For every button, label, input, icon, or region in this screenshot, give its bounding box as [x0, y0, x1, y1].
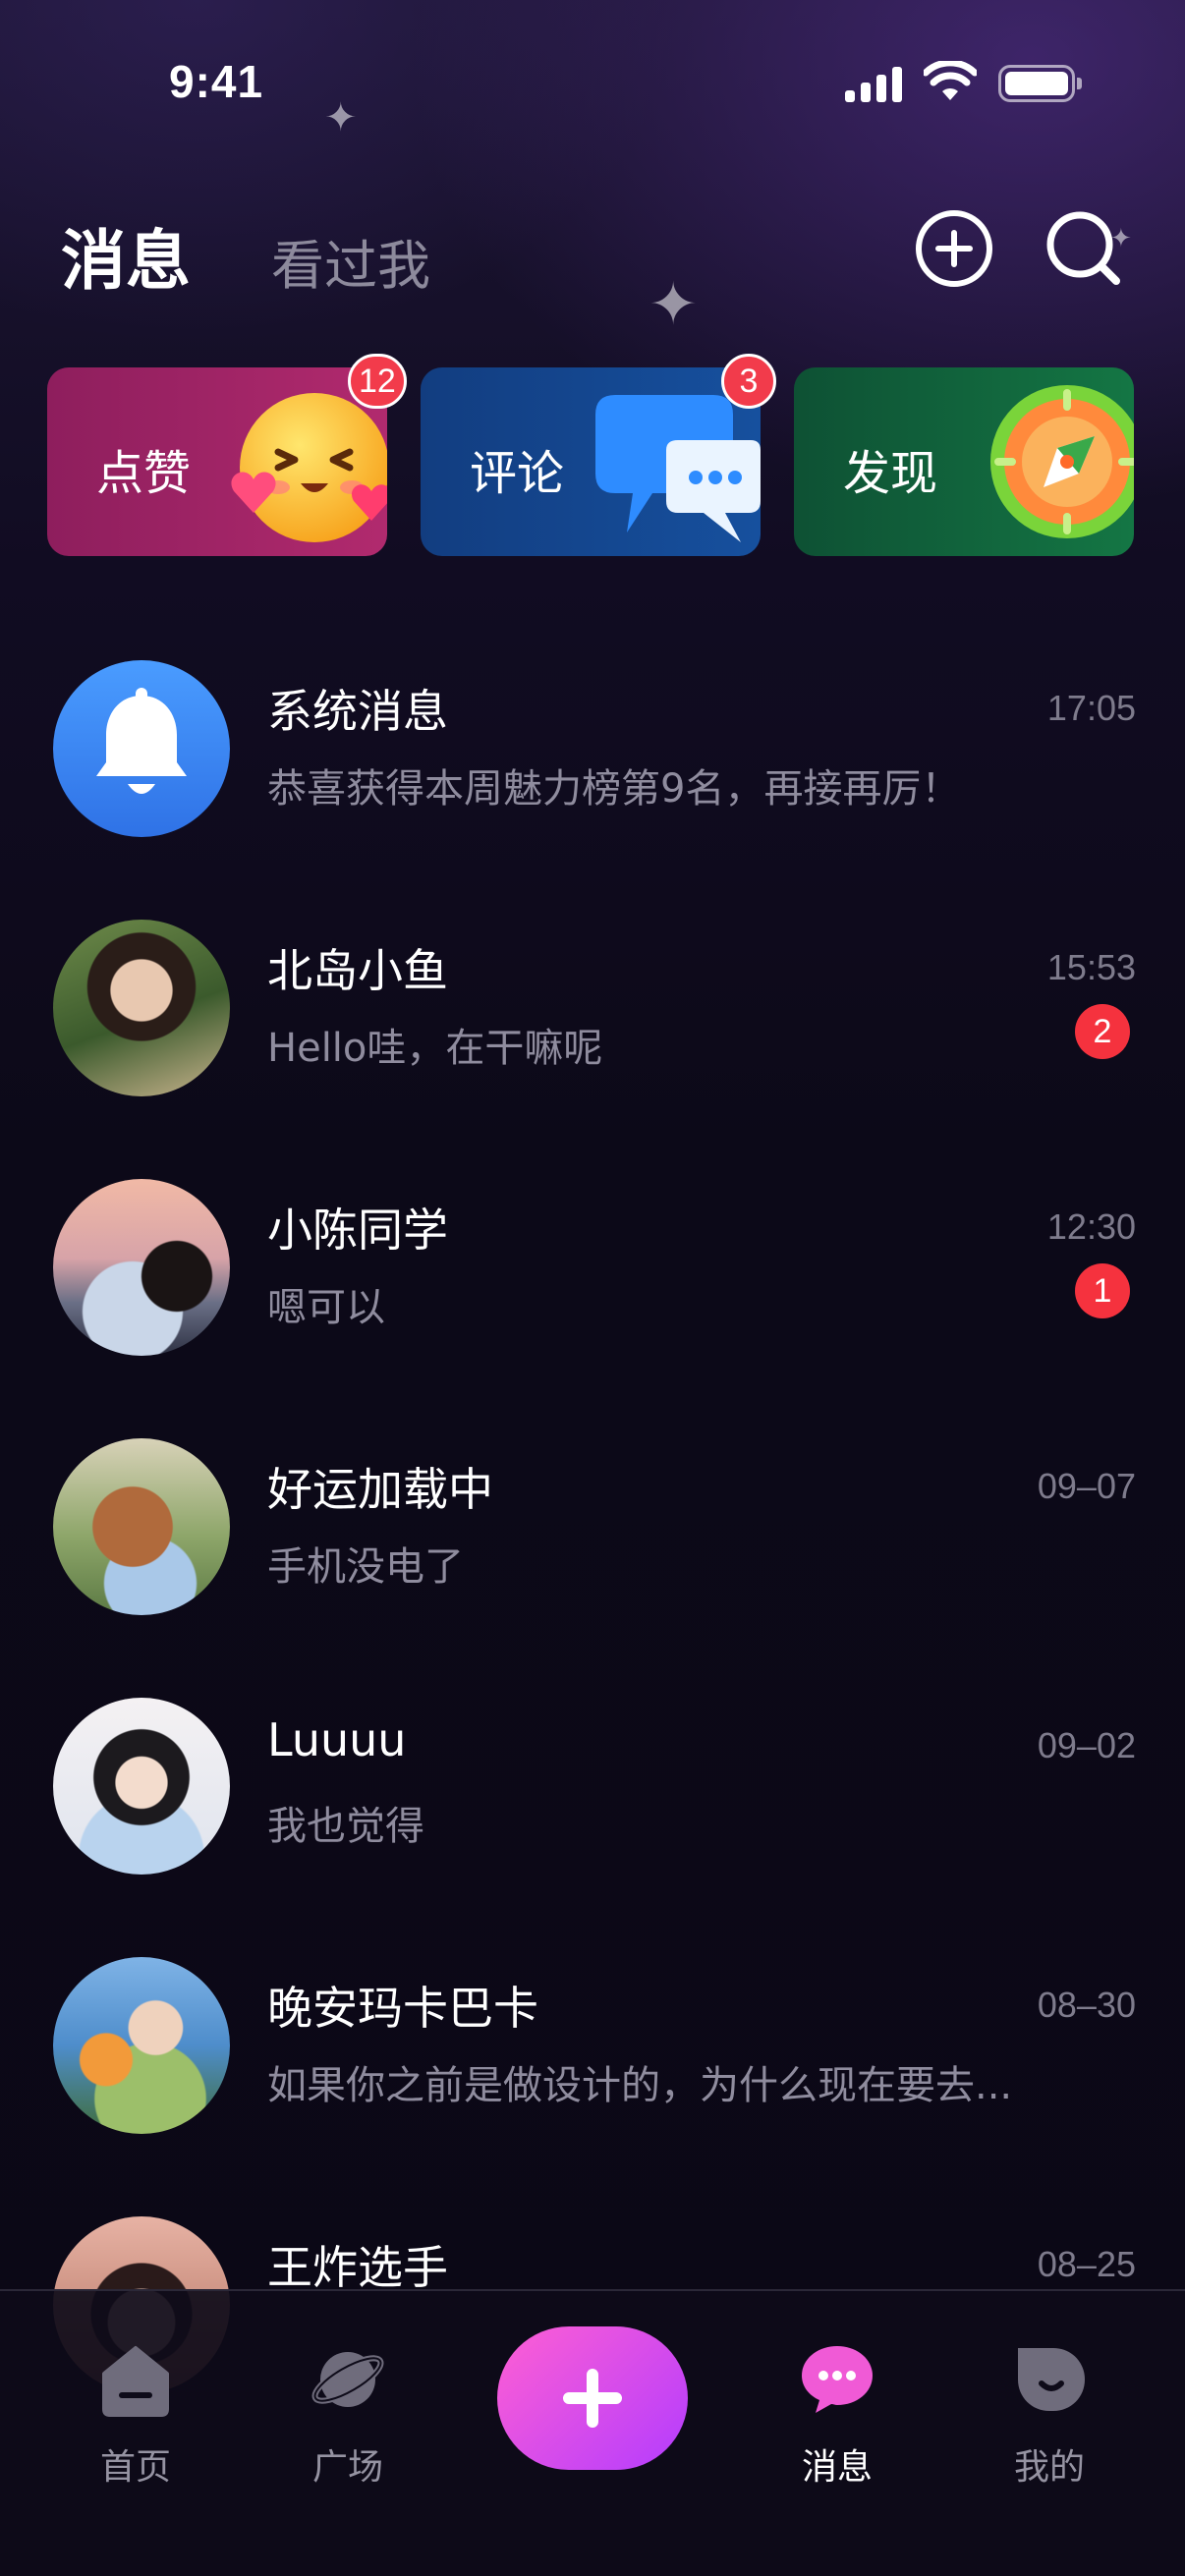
tab-messages[interactable]: 消息	[61, 208, 191, 303]
nav-messages-label: 消息	[801, 2447, 873, 2488]
conversation-preview: 恭喜获得本周魅力榜第9名，再接再厉！	[267, 766, 961, 812]
bottom-nav: 首页 广场 消息 我的	[0, 2289, 1185, 2576]
wifi-icon	[924, 61, 977, 100]
tab-viewed-me[interactable]: 看过我	[271, 222, 430, 300]
conversation-name: 小陈同学	[267, 1204, 448, 1257]
conversation-name: 晚安玛卡巴卡	[267, 1982, 538, 2035]
avatar	[53, 1438, 230, 1615]
card-likes-label: 点赞	[96, 446, 192, 501]
conversation-name: 系统消息	[267, 685, 448, 738]
card-likes[interactable]: 点赞 12	[47, 354, 407, 556]
conversation-name: 王炸选手	[267, 2241, 448, 2294]
conversation-name: 北岛小鱼	[267, 944, 448, 997]
conversation-time: 09–07	[1037, 1466, 1136, 1506]
conversation-row[interactable]: 好运加载中 手机没电了 09–07	[0, 1438, 1185, 1698]
nav-home[interactable]: 首页	[67, 2340, 204, 2517]
status-bar: 9:41	[0, 0, 1185, 167]
add-post-button[interactable]	[497, 2326, 688, 2470]
unread-badge: 1	[1075, 1263, 1130, 1318]
conversation-time: 15:53	[1046, 947, 1136, 987]
likes-badge: 12	[348, 354, 407, 409]
card-comments-label: 评论	[470, 446, 565, 501]
smiley-hearts-icon	[231, 393, 387, 542]
conversation-row[interactable]: 北岛小鱼 Hello哇，在干嘛呢 15:53 2	[0, 920, 1185, 1179]
home-icon	[102, 2346, 169, 2417]
conversation-time: 08–30	[1037, 1985, 1136, 2025]
conversation-time: 17:05	[1046, 688, 1136, 728]
status-time: 9:41	[169, 56, 264, 107]
conversation-preview: 嗯可以	[267, 1285, 385, 1330]
conversation-row[interactable]: Luuuu 我也觉得 09–02	[0, 1698, 1185, 1957]
avatar	[53, 1957, 230, 2134]
conversation-preview: 我也觉得	[267, 1804, 424, 1849]
unread-badge: 2	[1075, 1004, 1130, 1059]
plus-circle-icon[interactable]	[914, 208, 994, 289]
avatar	[53, 920, 230, 1096]
conversation-name: Luuuu	[267, 1713, 407, 1766]
avatar	[53, 1698, 230, 1875]
conversation-time: 09–02	[1037, 1725, 1136, 1765]
message-icon	[802, 2346, 873, 2413]
card-discover-label: 发现	[843, 446, 938, 501]
nav-profile[interactable]: 我的	[981, 2340, 1118, 2517]
profile-icon	[1018, 2348, 1085, 2411]
sparkle-decoration: ✦	[649, 270, 699, 339]
card-comments[interactable]: 评论 3	[421, 354, 776, 556]
conversation-time: 12:30	[1046, 1206, 1136, 1247]
conversation-preview: 手机没电了	[267, 1544, 464, 1590]
system-avatar	[53, 660, 230, 837]
conversation-preview: Hello哇，在干嘛呢	[267, 1026, 603, 1071]
search-icon[interactable]	[1044, 208, 1124, 289]
nav-square[interactable]: 广场	[279, 2340, 417, 2517]
conversation-row[interactable]: 小陈同学 嗯可以 12:30 1	[0, 1179, 1185, 1438]
nav-square-label: 广场	[311, 2447, 383, 2488]
conversation-row[interactable]: 晚安玛卡巴卡 如果你之前是做设计的，为什么现在要去... 08–30	[0, 1957, 1185, 2216]
comments-badge: 3	[721, 354, 776, 409]
conversation-name: 好运加载中	[267, 1463, 493, 1516]
card-discover[interactable]: 发现	[794, 367, 1134, 556]
nav-messages[interactable]: 消息	[768, 2340, 906, 2517]
cellular-signal-icon	[845, 65, 902, 102]
avatar	[53, 1179, 230, 1356]
battery-icon	[998, 65, 1082, 102]
nav-home-label: 首页	[99, 2447, 171, 2488]
conversation-time: 08–25	[1037, 2244, 1136, 2284]
conversation-row[interactable]: 系统消息 恭喜获得本周魅力榜第9名，再接再厉！ 17:05	[0, 660, 1185, 920]
compass-icon	[990, 385, 1134, 538]
bell-icon	[96, 688, 187, 794]
conversation-preview: 如果你之前是做设计的，为什么现在要去...	[267, 2063, 1013, 2108]
planet-icon	[311, 2352, 384, 2407]
nav-profile-label: 我的	[1013, 2447, 1085, 2488]
chat-bubbles-icon	[595, 395, 761, 542]
plus-icon	[563, 2369, 622, 2428]
